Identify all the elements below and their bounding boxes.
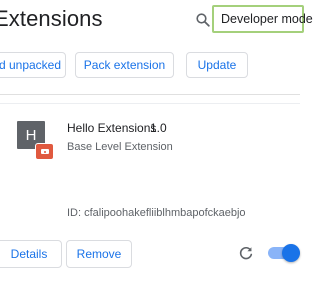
remove-button[interactable]: Remove — [66, 240, 132, 268]
extension-version: 1.0 — [150, 121, 167, 135]
load-unpacked-button[interactable]: d unpacked — [0, 52, 66, 78]
pack-extension-button[interactable]: Pack extension — [75, 52, 174, 78]
toggle-knob — [282, 244, 300, 262]
extensions-header: Extensions Developer mode — [0, 0, 313, 44]
search-button[interactable] — [193, 10, 213, 30]
reload-button[interactable] — [238, 245, 254, 261]
extension-icon-letter: H — [25, 126, 37, 144]
extension-name: Hello Extensions — [67, 121, 157, 135]
extension-id: ID: cfalipoohakefliiblhmbapofckaebjo — [67, 207, 246, 219]
update-button[interactable]: Update — [186, 52, 248, 78]
camera-badge-icon — [35, 143, 54, 160]
developer-mode-label: Developer mode — [221, 12, 313, 26]
developer-mode-toggle[interactable]: Developer mode — [212, 5, 313, 33]
extension-description: Base Level Extension — [67, 141, 173, 153]
extension-enable-toggle[interactable] — [268, 244, 300, 262]
search-icon — [196, 13, 210, 27]
details-button[interactable]: Details — [0, 240, 62, 268]
toolbar-divider — [0, 94, 300, 95]
page-title: Extensions — [0, 6, 103, 31]
reload-icon — [239, 246, 253, 260]
